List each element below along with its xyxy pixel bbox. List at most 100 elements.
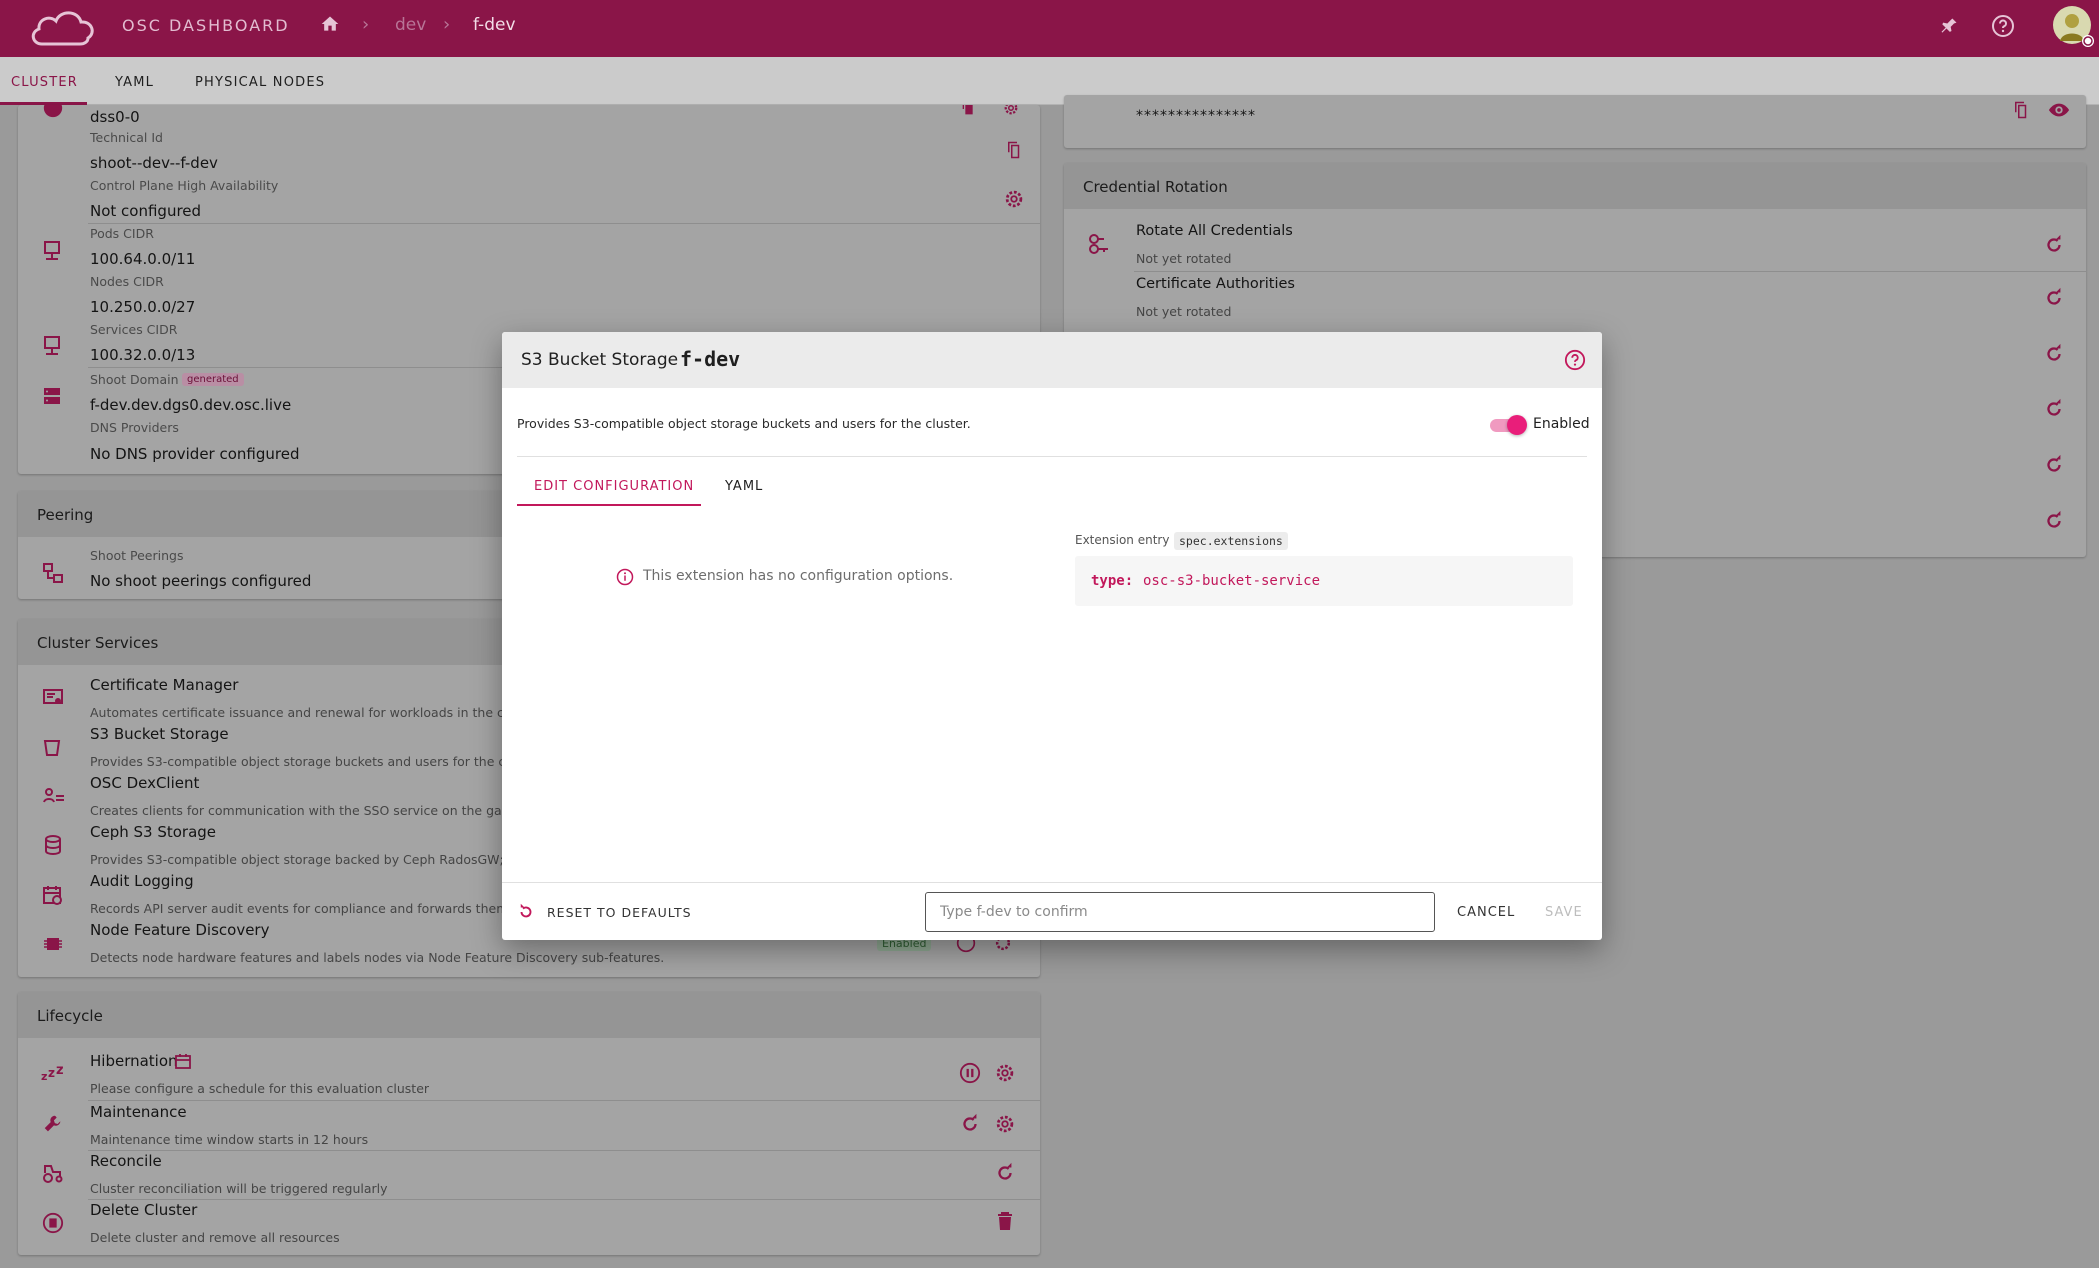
copy-icon[interactable] (960, 105, 976, 119)
home-icon[interactable] (320, 14, 340, 38)
ha-label: Control Plane High Availability (90, 178, 279, 193)
service-name[interactable]: S3 Bucket Storage (90, 725, 229, 743)
divider (517, 456, 1587, 457)
app-title[interactable]: OSC DASHBOARD (122, 16, 290, 35)
service-desc: Provides S3-compatible object storage bu… (90, 754, 544, 769)
service-name[interactable]: Certificate Manager (90, 676, 238, 694)
toggle-knob (1507, 415, 1527, 435)
lifecycle-desc: Please configure a schedule for this eva… (90, 1081, 430, 1096)
confirm-name-input[interactable] (925, 892, 1435, 932)
pin-icon[interactable] (1939, 16, 1959, 40)
gear-icon[interactable] (994, 1062, 1016, 1088)
masked-secret: *************** (1136, 108, 1256, 124)
nodes-cidr-label: Nodes CIDR (90, 274, 164, 289)
nodes-cidr-value: 10.250.0.0/27 (90, 298, 196, 316)
dialog-description: Provides S3-compatible object storage bu… (517, 416, 971, 431)
service-name[interactable]: Audit Logging (90, 872, 194, 890)
svg-text:z: z (48, 1066, 55, 1080)
tab-yaml[interactable]: YAML (115, 75, 154, 90)
gear-icon[interactable] (1002, 105, 1020, 121)
dns-providers-label: DNS Providers (90, 420, 179, 435)
card-header (18, 992, 1040, 1038)
reset-label: RESET TO DEFAULTS (547, 905, 692, 920)
shoot-domain-label: Shoot Domain (90, 372, 179, 387)
lifecycle-name[interactable]: Hibernation (90, 1052, 178, 1070)
reset-icon (517, 903, 535, 925)
help-icon[interactable] (1991, 14, 2015, 42)
breadcrumb-f-dev[interactable]: f-dev (473, 15, 516, 35)
refresh-icon[interactable] (2043, 454, 2065, 480)
trash-icon[interactable] (996, 1211, 1014, 1235)
eye-icon[interactable] (2048, 101, 2070, 123)
pods-cidr-value: 100.64.0.0/11 (90, 250, 196, 268)
dialog-header: S3 Bucket Storage f-dev (502, 332, 1602, 388)
lifecycle-desc: Maintenance time window starts in 12 hou… (90, 1132, 369, 1147)
service-desc: Records API server audit events for comp… (90, 901, 544, 916)
save-button[interactable]: SAVE (1545, 905, 1583, 920)
lifecycle-desc: Delete cluster and remove all resources (90, 1230, 340, 1245)
delete-circle-icon (42, 1212, 64, 1238)
divider (88, 223, 1040, 224)
active-tab-indicator (517, 504, 701, 506)
bucket-icon (42, 737, 62, 761)
divider (502, 882, 1602, 883)
calendar-icon[interactable] (175, 1053, 191, 1073)
gear-icon[interactable] (1003, 188, 1025, 214)
no-config-message: This extension has no configuration opti… (643, 568, 954, 584)
dns-server-icon (42, 386, 62, 410)
ha-value: Not configured (90, 202, 202, 220)
dialog-cluster-name: f-dev (680, 347, 741, 371)
top-app-bar: OSC DASHBOARD › dev › f-dev (0, 0, 2099, 57)
chevron-right-icon: › (443, 14, 451, 35)
dialog-title: S3 Bucket Storage (521, 350, 679, 370)
divider (1134, 271, 2086, 272)
copy-icon[interactable] (1005, 141, 1023, 163)
service-name[interactable]: Node Feature Discovery (90, 921, 269, 939)
refresh-icon[interactable] (2043, 343, 2065, 369)
divider (88, 1199, 1040, 1200)
lifecycle-name[interactable]: Maintenance (90, 1103, 187, 1121)
generated-badge: generated (182, 373, 244, 386)
refresh-icon[interactable] (2043, 398, 2065, 424)
enabled-toggle[interactable] (1490, 415, 1527, 435)
yaml-key: type: (1091, 573, 1134, 589)
shoot-peerings-label: Shoot Peerings (90, 548, 184, 563)
cluster-services-title: Cluster Services (37, 634, 159, 652)
lifecycle-name[interactable]: Reconcile (90, 1152, 162, 1170)
service-name[interactable]: OSC DexClient (90, 774, 199, 792)
service-desc: Provides S3-compatible object storage ba… (90, 852, 544, 867)
lifecycle-title: Lifecycle (37, 1007, 103, 1025)
network-icon (42, 335, 62, 361)
tab-cluster[interactable]: CLUSTER (11, 75, 78, 90)
copy-icon[interactable] (2012, 101, 2030, 123)
breadcrumb-dev[interactable]: dev (395, 15, 426, 35)
refresh-icon[interactable] (994, 1162, 1016, 1188)
tab-yaml[interactable]: YAML (725, 479, 763, 494)
cloud-logo-icon[interactable] (28, 6, 100, 54)
shoot-domain-value: f-dev.dev.dgs0.dev.osc.live (90, 396, 292, 414)
refresh-icon[interactable] (2043, 287, 2065, 313)
certificate-icon (42, 688, 64, 712)
tab-edit-configuration[interactable]: EDIT CONFIGURATION (534, 479, 694, 494)
cancel-button[interactable]: CANCEL (1457, 905, 1515, 920)
refresh-icon[interactable] (959, 1113, 981, 1139)
peering-title: Peering (37, 506, 94, 524)
help-icon[interactable] (1564, 349, 1586, 375)
service-name[interactable]: Ceph S3 Storage (90, 823, 216, 841)
tab-physical-nodes[interactable]: PHYSICAL NODES (195, 75, 325, 90)
credential-rotation-title: Credential Rotation (1083, 178, 1228, 196)
check-circle-icon (42, 105, 64, 123)
gear-icon[interactable] (994, 1113, 1016, 1139)
svg-text:z: z (41, 1070, 47, 1082)
refresh-icon[interactable] (2043, 234, 2065, 260)
yaml-value: osc-s3-bucket-service (1143, 573, 1321, 589)
pause-icon[interactable] (959, 1062, 981, 1088)
toggle-label: Enabled (1533, 416, 1590, 432)
service-desc: Detects node hardware features and label… (90, 950, 665, 965)
services-cidr-label: Services CIDR (90, 322, 178, 337)
extension-entry-code: spec.extensions (1174, 532, 1288, 550)
refresh-icon[interactable] (2043, 510, 2065, 536)
user-avatar[interactable] (2052, 5, 2096, 53)
lifecycle-name[interactable]: Delete Cluster (90, 1201, 197, 1219)
svg-text:z: z (56, 1064, 64, 1078)
